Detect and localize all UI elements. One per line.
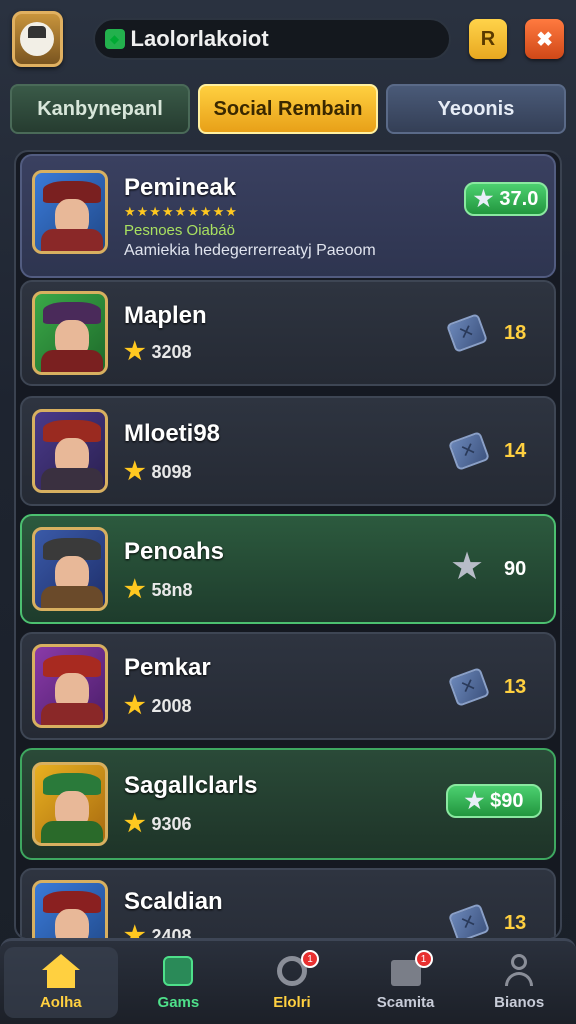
reward-value: 18 — [504, 322, 527, 344]
avatar — [32, 291, 108, 375]
list-item-featured[interactable]: Pemineak ★★★★★★★★★ Pesnoes Oiabáö Aamiek… — [20, 154, 556, 278]
avatar — [32, 644, 108, 728]
star-icon: ★ — [124, 576, 146, 603]
reward-value: 90 — [504, 558, 527, 580]
nav-label: Aolha — [39, 994, 82, 1011]
player-name: Laolorlakoiot — [130, 26, 269, 51]
nav-search[interactable]: 1 Elolri — [235, 941, 349, 1024]
list-item[interactable]: Sagallclarls ★ 9306 ★ $90 — [20, 748, 556, 860]
nav-games[interactable]: Gams — [122, 941, 236, 1024]
gem-icon: ◆ — [104, 29, 125, 49]
nav-store[interactable]: 1 Scamita — [349, 941, 463, 1024]
avatar — [32, 170, 108, 254]
list-item[interactable]: Pemkar ★ 2008 13 — [20, 632, 556, 740]
avatar — [32, 880, 108, 938]
star-icon: ★ — [124, 810, 146, 837]
nav-home[interactable]: Aolha — [4, 947, 118, 1018]
score-value: 8098 — [151, 461, 192, 482]
score-value: 3208 — [151, 341, 192, 362]
list-item[interactable]: Maplen ★ 3208 18 — [20, 280, 556, 386]
score-pill[interactable]: ★ 37.0 — [464, 182, 548, 216]
player-score: ★ 2008 — [124, 694, 192, 718]
tab-bar: Kanbynepanl Social Rembain Yeoonis — [10, 84, 566, 134]
ticket-icon[interactable] — [447, 431, 491, 471]
score-value: 9306 — [151, 813, 192, 834]
reward-value: 14 — [504, 440, 527, 462]
rating-stars: ★★★★★★★★★ — [124, 204, 238, 219]
player-name: Sagallclarls — [124, 772, 258, 799]
reward-pill[interactable]: ★ $90 — [446, 784, 542, 818]
star-icon: ★ — [473, 186, 494, 211]
top-bar: ◆ Laolorlakoiot R ✖ — [0, 0, 576, 78]
star-icon: ★ — [464, 788, 485, 813]
player-name-box[interactable]: ◆ Laolorlakoiot — [92, 18, 451, 60]
player-name: Penoahs — [124, 538, 225, 565]
nav-label: Elolri — [273, 994, 311, 1011]
star-icon: ★ — [124, 458, 146, 485]
player-name: Mloeti98 — [124, 420, 221, 447]
player-name: Maplen — [124, 302, 207, 329]
user-icon — [500, 954, 538, 988]
star-icon[interactable]: ★ — [450, 548, 484, 586]
ticket-icon[interactable] — [447, 903, 491, 938]
nav-label: Gams — [157, 994, 200, 1011]
nav-profile[interactable]: Bianos — [462, 941, 576, 1024]
nav-label: Scamita — [376, 994, 435, 1011]
reward-value: $90 — [490, 789, 524, 812]
player-name: Pemkar — [124, 654, 211, 681]
reward-value: 13 — [504, 676, 527, 698]
player-description: Aamiekia hedegerrerreatyj Paeoom — [124, 242, 376, 259]
player-score: ★ 9306 — [124, 812, 192, 836]
list-item[interactable]: Scaldian ★ 2408 13 — [20, 868, 556, 938]
profile-shield-icon[interactable] — [12, 11, 63, 67]
home-icon — [41, 954, 80, 988]
list-item[interactable]: Mloeti98 ★ 8098 14 — [20, 396, 556, 506]
leaderboard-panel[interactable]: Pemineak ★★★★★★★★★ Pesnoes Oiabáö Aamiek… — [14, 150, 562, 940]
tab-first[interactable]: Kanbynepanl — [10, 84, 190, 134]
avatar — [32, 762, 108, 846]
nav-label: Bianos — [494, 994, 545, 1011]
star-icon: ★ — [124, 338, 146, 365]
player-score: ★ 8098 — [124, 460, 192, 484]
player-subtitle: Pesnoes Oiabáö — [124, 222, 235, 239]
games-icon — [159, 954, 197, 988]
player-name: Pemineak — [124, 174, 237, 201]
score-value: 58n8 — [151, 579, 193, 600]
player-score: ★ 3208 — [124, 340, 192, 364]
ticket-icon[interactable] — [445, 313, 489, 353]
chef-hat-icon — [20, 22, 55, 56]
gear-search-icon: 1 — [273, 950, 319, 988]
reward-value: 13 — [504, 912, 527, 934]
tab-third[interactable]: Yeoonis — [386, 84, 566, 134]
ticket-icon[interactable] — [447, 667, 491, 707]
star-icon: ★ — [124, 692, 146, 719]
bottom-nav: Aolha Gams 1 Elolri 1 Scamita Bianos — [0, 938, 576, 1024]
notification-badge: 1 — [300, 950, 319, 968]
pill-value: 37.0 — [499, 187, 539, 210]
avatar — [32, 527, 108, 611]
tab-social[interactable]: Social Rembain — [198, 84, 378, 134]
score-value: 2008 — [151, 695, 192, 716]
list-item[interactable]: Penoahs ★ 58n8 ★ 90 — [20, 514, 556, 624]
close-button[interactable]: ✖ — [525, 19, 565, 59]
rewards-button[interactable]: R — [468, 19, 508, 59]
player-score: ★ 58n8 — [124, 578, 193, 602]
box-icon: 1 — [387, 950, 433, 988]
avatar — [32, 409, 108, 493]
player-name: Scaldian — [124, 888, 223, 915]
notification-badge: 1 — [414, 950, 433, 968]
